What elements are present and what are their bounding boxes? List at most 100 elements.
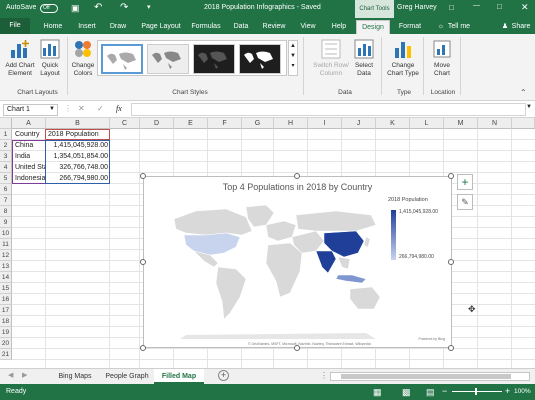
world-map[interactable]: [166, 201, 386, 341]
row-header-18[interactable]: 18: [0, 316, 12, 327]
resize-handle-sw[interactable]: [140, 345, 146, 351]
col-header-k[interactable]: K: [376, 118, 410, 129]
col-header-d[interactable]: D: [140, 118, 174, 129]
row-header-7[interactable]: 7: [0, 195, 12, 206]
insert-function-button[interactable]: fx: [116, 104, 122, 113]
row-header-4[interactable]: 4: [0, 162, 12, 173]
scroll-tabs-right-icon[interactable]: ▶: [22, 371, 27, 379]
tab-page-layout[interactable]: Page Layout: [137, 20, 185, 34]
zoom-level[interactable]: 100%: [514, 388, 531, 395]
col-header-j[interactable]: J: [342, 118, 376, 129]
col-header-h[interactable]: H: [274, 118, 308, 129]
col-header-a[interactable]: A: [12, 118, 46, 129]
row-header-15[interactable]: 15: [0, 283, 12, 294]
horizontal-scrollbar-thumb[interactable]: [341, 374, 511, 379]
customize-qat-icon[interactable]: ▾: [147, 3, 151, 11]
row-header-3[interactable]: 3: [0, 151, 12, 162]
tab-format[interactable]: Format: [393, 20, 427, 34]
chart-style-1[interactable]: [101, 44, 143, 74]
tab-formulas[interactable]: Formulas: [188, 20, 224, 34]
resize-handle-w[interactable]: [140, 259, 146, 265]
zoom-slider[interactable]: [452, 391, 502, 392]
cell-a2[interactable]: China: [14, 140, 45, 151]
maximize-icon[interactable]: □: [497, 2, 502, 11]
col-header-e[interactable]: E: [174, 118, 208, 129]
ribbon-display-icon[interactable]: □: [449, 3, 454, 12]
cell-b1[interactable]: 2018 Population: [47, 129, 109, 140]
filled-map-chart[interactable]: Top 4 Populations in 2018 by Country 201…: [143, 176, 452, 348]
name-box[interactable]: Chart 1 ▼: [3, 104, 58, 116]
tell-me-box[interactable]: Tell me: [446, 20, 472, 34]
col-header-g[interactable]: G: [242, 118, 274, 129]
col-header-n[interactable]: N: [478, 118, 512, 129]
cell-b3[interactable]: 1,354,051,854.00: [47, 151, 109, 162]
tab-view[interactable]: View: [296, 20, 320, 34]
expand-formula-icon[interactable]: ▼: [526, 104, 532, 110]
scroll-tabs-left-icon[interactable]: ◀: [8, 371, 13, 379]
cell-a4[interactable]: United States: [14, 162, 45, 173]
tab-home[interactable]: Home: [38, 20, 68, 34]
formula-input[interactable]: [131, 103, 526, 116]
close-icon[interactable]: ✕: [521, 2, 529, 13]
cell-a3[interactable]: India: [14, 151, 45, 162]
row-header-19[interactable]: 19: [0, 327, 12, 338]
tab-review[interactable]: Review: [259, 20, 289, 34]
resize-handle-ne[interactable]: [448, 173, 454, 179]
cell-a5[interactable]: Indonesia: [14, 173, 45, 184]
row-header-13[interactable]: 13: [0, 261, 12, 272]
quick-layout-button[interactable]: Quick Layout: [37, 38, 63, 78]
row-header-5[interactable]: 5: [0, 173, 12, 184]
add-chart-element-button[interactable]: Add Chart Element: [4, 38, 36, 78]
col-header-f[interactable]: F: [208, 118, 242, 129]
zoom-in-icon[interactable]: +: [505, 386, 510, 396]
undo-icon[interactable]: ↶: [94, 2, 102, 13]
page-layout-view-icon[interactable]: ▩: [402, 387, 411, 398]
col-header-i[interactable]: I: [308, 118, 342, 129]
collapse-ribbon-icon[interactable]: ⌃: [520, 88, 527, 97]
col-header-l[interactable]: L: [410, 118, 444, 129]
chart-title[interactable]: Top 4 Populations in 2018 by Country: [144, 182, 451, 192]
share-button[interactable]: Share: [509, 20, 533, 34]
tab-help[interactable]: Help: [327, 20, 351, 34]
sheet-tab-bing-maps[interactable]: Bing Maps: [50, 369, 100, 384]
resize-handle-n[interactable]: [294, 173, 300, 179]
resize-handle-se[interactable]: [448, 345, 454, 351]
sheet-tab-people-graph[interactable]: People Graph: [100, 369, 154, 384]
row-header-12[interactable]: 12: [0, 250, 12, 261]
cell-b4[interactable]: 326,766,748.00: [47, 162, 109, 173]
row-header-17[interactable]: 17: [0, 305, 12, 316]
row-header-21[interactable]: 21: [0, 349, 12, 360]
chart-styles-gallery[interactable]: [97, 40, 287, 76]
resize-handle-nw[interactable]: [140, 173, 146, 179]
autosave-toggle[interactable]: Off: [40, 4, 58, 13]
save-icon[interactable]: ▣: [71, 3, 80, 14]
chart-style-2[interactable]: [147, 44, 189, 74]
cancel-entry-icon[interactable]: ✕: [78, 104, 85, 113]
row-header-8[interactable]: 8: [0, 206, 12, 217]
move-chart-button[interactable]: Move Chart: [428, 38, 456, 78]
tab-split-handle-icon[interactable]: ⋮: [320, 371, 328, 380]
tab-file[interactable]: File: [0, 18, 30, 34]
switch-row-column-button[interactable]: Switch Row/ Column: [312, 38, 350, 78]
enter-check-icon[interactable]: ✓: [97, 104, 104, 113]
change-colors-button[interactable]: Change Colors: [68, 38, 98, 78]
col-header-m[interactable]: M: [444, 118, 478, 129]
row-header-2[interactable]: 2: [0, 140, 12, 151]
gallery-scroll[interactable]: ▲ ▼ ▾: [288, 40, 298, 76]
row-header-6[interactable]: 6: [0, 184, 12, 195]
chart-elements-button[interactable]: +: [457, 174, 473, 190]
normal-view-icon[interactable]: ▦: [373, 387, 382, 398]
name-box-dropdown-icon[interactable]: ▼: [49, 106, 55, 112]
chart-style-3[interactable]: [193, 44, 235, 74]
tab-draw[interactable]: Draw: [106, 20, 130, 34]
chart-styles-button[interactable]: ✎: [457, 194, 473, 210]
minimize-icon[interactable]: —: [473, 2, 480, 9]
col-header-c[interactable]: C: [110, 118, 140, 129]
tab-insert[interactable]: Insert: [72, 20, 102, 34]
row-header-10[interactable]: 10: [0, 228, 12, 239]
page-break-view-icon[interactable]: ▤: [426, 387, 435, 398]
change-chart-type-button[interactable]: Change Chart Type: [386, 38, 420, 78]
row-header-16[interactable]: 16: [0, 294, 12, 305]
row-header-9[interactable]: 9: [0, 217, 12, 228]
zoom-out-icon[interactable]: −: [442, 386, 447, 396]
